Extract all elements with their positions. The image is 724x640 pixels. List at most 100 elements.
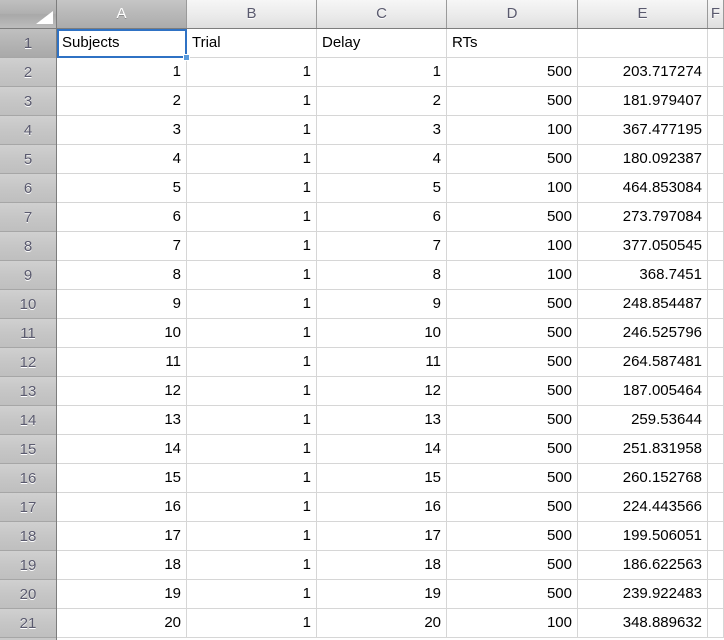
cell-e7[interactable]: 273.797084 bbox=[578, 203, 708, 232]
cell-c10[interactable]: 9 bbox=[317, 290, 447, 319]
cell-a14[interactable]: 13 bbox=[57, 406, 187, 435]
cell-a5[interactable]: 4 bbox=[57, 145, 187, 174]
cell-d6[interactable]: 100 bbox=[447, 174, 578, 203]
row-header-16[interactable]: 16 bbox=[0, 464, 56, 493]
cell-c1[interactable]: Delay bbox=[317, 29, 447, 58]
cell-d16[interactable]: 500 bbox=[447, 464, 578, 493]
cell-b1[interactable]: Trial bbox=[187, 29, 317, 58]
cell-a13[interactable]: 12 bbox=[57, 377, 187, 406]
row-header-1[interactable]: 1 bbox=[0, 29, 56, 58]
cell-f13[interactable] bbox=[708, 377, 724, 406]
cell-b10[interactable]: 1 bbox=[187, 290, 317, 319]
cell-a3[interactable]: 2 bbox=[57, 87, 187, 116]
cell-f9[interactable] bbox=[708, 261, 724, 290]
cell-a19[interactable]: 18 bbox=[57, 551, 187, 580]
cell-c7[interactable]: 6 bbox=[317, 203, 447, 232]
cell-c2[interactable]: 1 bbox=[317, 58, 447, 87]
cell-a11[interactable]: 10 bbox=[57, 319, 187, 348]
cell-a9[interactable]: 8 bbox=[57, 261, 187, 290]
cell-b19[interactable]: 1 bbox=[187, 551, 317, 580]
cell-b17[interactable]: 1 bbox=[187, 493, 317, 522]
cell-e20[interactable]: 239.922483 bbox=[578, 580, 708, 609]
row-header-17[interactable]: 17 bbox=[0, 493, 56, 522]
column-header-a[interactable]: A bbox=[57, 0, 187, 28]
cell-b8[interactable]: 1 bbox=[187, 232, 317, 261]
cell-f11[interactable] bbox=[708, 319, 724, 348]
cell-b12[interactable]: 1 bbox=[187, 348, 317, 377]
cell-d12[interactable]: 500 bbox=[447, 348, 578, 377]
cell-f6[interactable] bbox=[708, 174, 724, 203]
cell-f18[interactable] bbox=[708, 522, 724, 551]
cell-e9[interactable]: 368.7451 bbox=[578, 261, 708, 290]
cell-d18[interactable]: 500 bbox=[447, 522, 578, 551]
cell-a21[interactable]: 20 bbox=[57, 609, 187, 638]
cell-e18[interactable]: 199.506051 bbox=[578, 522, 708, 551]
cell-b3[interactable]: 1 bbox=[187, 87, 317, 116]
cell-e10[interactable]: 248.854487 bbox=[578, 290, 708, 319]
cell-e17[interactable]: 224.443566 bbox=[578, 493, 708, 522]
column-header-d[interactable]: D bbox=[447, 0, 578, 28]
row-header-21[interactable]: 21 bbox=[0, 609, 56, 638]
cell-a6[interactable]: 5 bbox=[57, 174, 187, 203]
cell-f20[interactable] bbox=[708, 580, 724, 609]
cell-c5[interactable]: 4 bbox=[317, 145, 447, 174]
cell-f1[interactable] bbox=[708, 29, 724, 58]
cell-e2[interactable]: 203.717274 bbox=[578, 58, 708, 87]
cell-e14[interactable]: 259.53644 bbox=[578, 406, 708, 435]
cell-c16[interactable]: 15 bbox=[317, 464, 447, 493]
row-header-8[interactable]: 8 bbox=[0, 232, 56, 261]
cell-d11[interactable]: 500 bbox=[447, 319, 578, 348]
cell-f2[interactable] bbox=[708, 58, 724, 87]
cell-a1[interactable]: Subjects bbox=[57, 29, 187, 58]
cell-d13[interactable]: 500 bbox=[447, 377, 578, 406]
row-header-7[interactable]: 7 bbox=[0, 203, 56, 232]
cell-b5[interactable]: 1 bbox=[187, 145, 317, 174]
column-header-b[interactable]: B bbox=[187, 0, 317, 28]
cell-b11[interactable]: 1 bbox=[187, 319, 317, 348]
cell-b14[interactable]: 1 bbox=[187, 406, 317, 435]
row-header-18[interactable]: 18 bbox=[0, 522, 56, 551]
cell-b2[interactable]: 1 bbox=[187, 58, 317, 87]
cell-a10[interactable]: 9 bbox=[57, 290, 187, 319]
cell-e11[interactable]: 246.525796 bbox=[578, 319, 708, 348]
cell-b4[interactable]: 1 bbox=[187, 116, 317, 145]
cell-f3[interactable] bbox=[708, 87, 724, 116]
row-header-3[interactable]: 3 bbox=[0, 87, 56, 116]
cell-c4[interactable]: 3 bbox=[317, 116, 447, 145]
cell-b7[interactable]: 1 bbox=[187, 203, 317, 232]
cell-e12[interactable]: 264.587481 bbox=[578, 348, 708, 377]
row-header-5[interactable]: 5 bbox=[0, 145, 56, 174]
cell-c9[interactable]: 8 bbox=[317, 261, 447, 290]
cell-f8[interactable] bbox=[708, 232, 724, 261]
cell-e16[interactable]: 260.152768 bbox=[578, 464, 708, 493]
cell-c21[interactable]: 20 bbox=[317, 609, 447, 638]
row-header-10[interactable]: 10 bbox=[0, 290, 56, 319]
cell-a20[interactable]: 19 bbox=[57, 580, 187, 609]
cell-e15[interactable]: 251.831958 bbox=[578, 435, 708, 464]
cell-c12[interactable]: 11 bbox=[317, 348, 447, 377]
row-header-9[interactable]: 9 bbox=[0, 261, 56, 290]
cell-e4[interactable]: 367.477195 bbox=[578, 116, 708, 145]
row-header-12[interactable]: 12 bbox=[0, 348, 56, 377]
cell-b13[interactable]: 1 bbox=[187, 377, 317, 406]
cell-b6[interactable]: 1 bbox=[187, 174, 317, 203]
cell-a15[interactable]: 14 bbox=[57, 435, 187, 464]
cell-c8[interactable]: 7 bbox=[317, 232, 447, 261]
row-header-11[interactable]: 11 bbox=[0, 319, 56, 348]
row-header-14[interactable]: 14 bbox=[0, 406, 56, 435]
cell-d17[interactable]: 500 bbox=[447, 493, 578, 522]
row-header-19[interactable]: 19 bbox=[0, 551, 56, 580]
select-all-corner[interactable] bbox=[0, 0, 57, 29]
cell-e19[interactable]: 186.622563 bbox=[578, 551, 708, 580]
cell-e5[interactable]: 180.092387 bbox=[578, 145, 708, 174]
cell-a4[interactable]: 3 bbox=[57, 116, 187, 145]
cell-d4[interactable]: 100 bbox=[447, 116, 578, 145]
row-header-20[interactable]: 20 bbox=[0, 580, 56, 609]
cell-f12[interactable] bbox=[708, 348, 724, 377]
column-header-e[interactable]: E bbox=[578, 0, 708, 28]
cell-a18[interactable]: 17 bbox=[57, 522, 187, 551]
cell-d21[interactable]: 100 bbox=[447, 609, 578, 638]
cell-d5[interactable]: 500 bbox=[447, 145, 578, 174]
cell-b21[interactable]: 1 bbox=[187, 609, 317, 638]
row-header-13[interactable]: 13 bbox=[0, 377, 56, 406]
